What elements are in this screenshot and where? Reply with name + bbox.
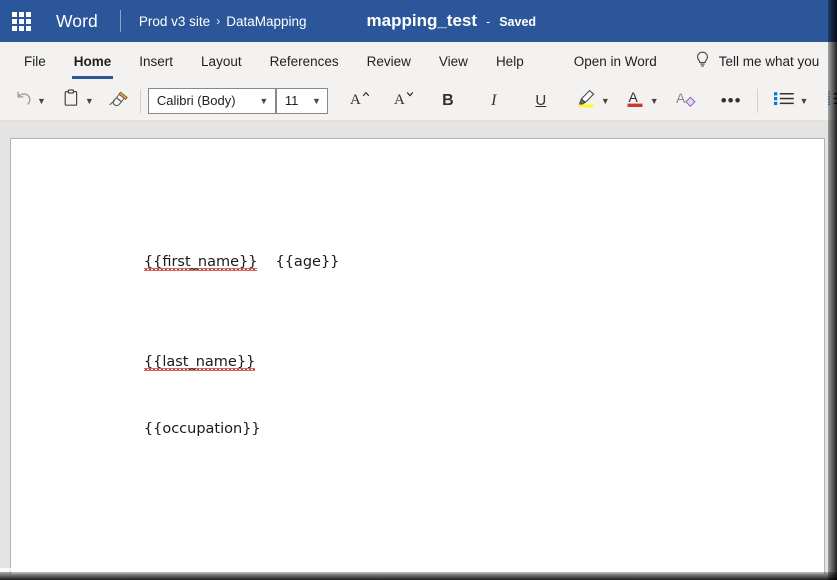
window-bottom-edge <box>0 572 837 580</box>
tab-references-label: References <box>269 54 339 69</box>
highlight-dropdown-chevron-icon[interactable]: ▼ <box>601 96 610 106</box>
text-highlight-button[interactable] <box>573 86 600 116</box>
font-color-button[interactable]: A <box>623 86 649 116</box>
grow-font-button[interactable]: A <box>344 86 376 116</box>
window-right-edge <box>828 0 837 580</box>
grow-font-icon: A <box>349 89 371 112</box>
paragraph-line-3[interactable]: {{occupation}} <box>107 407 261 451</box>
merge-field-occupation[interactable]: {{occupation}} <box>144 421 261 437</box>
more-commands-button[interactable]: ••• <box>718 86 745 116</box>
tab-review[interactable]: Review <box>353 42 425 81</box>
svg-text:A: A <box>350 92 361 107</box>
paste-dropdown-chevron-icon[interactable]: ▼ <box>85 96 94 106</box>
save-status-label[interactable]: Saved <box>499 15 536 29</box>
breadcrumb-separator-icon: › <box>216 14 221 28</box>
document-page[interactable]: {{first_name}} {{age}} {{last_name}} {{oc… <box>10 138 825 574</box>
document-title-group: mapping_test - Saved <box>367 11 537 31</box>
tab-file[interactable]: File <box>10 42 60 81</box>
merge-field-first-name[interactable]: {{first_name}} <box>143 254 258 272</box>
tab-home[interactable]: Home <box>60 42 126 81</box>
ribbon-tab-bar: File Home Insert Layout References Revie… <box>0 42 837 81</box>
shrink-font-button[interactable]: A <box>388 86 420 116</box>
tab-layout[interactable]: Layout <box>187 42 256 81</box>
paste-button[interactable] <box>58 86 84 116</box>
format-painter-button[interactable] <box>105 86 133 116</box>
italic-button[interactable]: I <box>481 86 507 116</box>
text-highlight-icon <box>576 88 597 113</box>
titlebar-divider <box>119 10 121 32</box>
svg-text:A: A <box>676 90 686 106</box>
clear-formatting-icon: A <box>675 88 697 113</box>
tab-layout-label: Layout <box>201 54 242 69</box>
shrink-font-icon: A <box>393 89 415 112</box>
merge-field-age[interactable]: {{age}} <box>275 254 339 270</box>
format-painter-icon <box>108 89 130 112</box>
waffle-grid-icon <box>11 11 31 31</box>
paragraph-line-1[interactable]: {{first_name}} {{age}} <box>107 240 339 286</box>
tab-view[interactable]: View <box>425 42 482 81</box>
tab-view-label: View <box>438 54 468 69</box>
bold-button[interactable]: B <box>435 86 461 116</box>
document-title[interactable]: mapping_test <box>367 11 478 31</box>
svg-text:A: A <box>394 92 405 107</box>
breadcrumb-site[interactable]: Prod v3 site <box>139 14 210 29</box>
app-launcher-button[interactable] <box>0 0 42 42</box>
breadcrumb-folder[interactable]: DataMapping <box>226 14 306 29</box>
italic-icon: I <box>491 91 497 109</box>
bullet-list-dropdown-chevron-icon[interactable]: ▼ <box>800 96 809 106</box>
tab-insert[interactable]: Insert <box>125 42 187 81</box>
breadcrumb: Prod v3 site › DataMapping <box>139 14 307 29</box>
home-ribbon-toolbar: ▼ ▼ Calibri (Body) ▼ 11 ▼ A A B I U ▼ A … <box>0 81 837 121</box>
tab-file-label: File <box>24 54 46 69</box>
font-name-value[interactable]: Calibri (Body) <box>149 93 253 108</box>
undo-button[interactable] <box>10 86 36 116</box>
merge-field-last-name[interactable]: {{last_name}} <box>143 354 256 372</box>
word-online-window: Word Prod v3 site › DataMapping mapping_… <box>0 0 837 580</box>
title-dash: - <box>486 15 491 29</box>
paragraph-line-2[interactable]: {{last_name}} <box>107 340 256 386</box>
clipboard-paste-icon <box>63 89 79 112</box>
toolbar-divider-1 <box>139 88 141 113</box>
underline-button[interactable]: U <box>528 86 554 116</box>
tell-me-label: Tell me what you <box>718 54 820 69</box>
bullet-list-icon <box>773 89 796 112</box>
toolbar-divider-2 <box>756 88 758 113</box>
tell-me-search[interactable]: Tell me what you <box>695 42 820 81</box>
title-bar: Word Prod v3 site › DataMapping mapping_… <box>0 0 837 42</box>
ellipsis-icon: ••• <box>720 91 742 110</box>
undo-dropdown-chevron-icon[interactable]: ▼ <box>37 96 46 106</box>
document-canvas[interactable]: {{first_name}} {{age}} {{last_name}} {{oc… <box>0 121 837 580</box>
lightbulb-icon <box>695 51 710 73</box>
font-name-chevron-down-icon[interactable]: ▼ <box>253 96 275 106</box>
font-size-chevron-down-icon[interactable]: ▼ <box>306 96 327 106</box>
bullet-list-button[interactable] <box>770 86 799 116</box>
app-name-label[interactable]: Word <box>56 11 98 32</box>
clear-formatting-button[interactable]: A <box>672 86 700 116</box>
undo-icon <box>14 89 33 112</box>
tab-home-label: Home <box>73 54 112 69</box>
tab-review-label: Review <box>366 54 411 69</box>
svg-text:A: A <box>629 89 639 105</box>
tab-references[interactable]: References <box>256 42 353 81</box>
open-in-word-button[interactable]: Open in Word <box>560 42 671 81</box>
font-size-combobox[interactable]: 11 ▼ <box>275 87 328 114</box>
font-name-combobox[interactable]: Calibri (Body) ▼ <box>147 87 276 114</box>
font-size-value[interactable]: 11 <box>277 93 306 108</box>
open-in-word-label: Open in Word <box>573 54 657 69</box>
tab-insert-label: Insert <box>139 54 174 69</box>
font-color-icon: A <box>626 88 645 113</box>
font-color-dropdown-chevron-icon[interactable]: ▼ <box>650 96 659 106</box>
bold-icon: B <box>442 91 454 109</box>
underline-icon: U <box>535 92 547 109</box>
tab-help-label: Help <box>495 54 524 69</box>
window-bottom-left-fade <box>0 568 60 572</box>
tab-help[interactable]: Help <box>482 42 538 81</box>
